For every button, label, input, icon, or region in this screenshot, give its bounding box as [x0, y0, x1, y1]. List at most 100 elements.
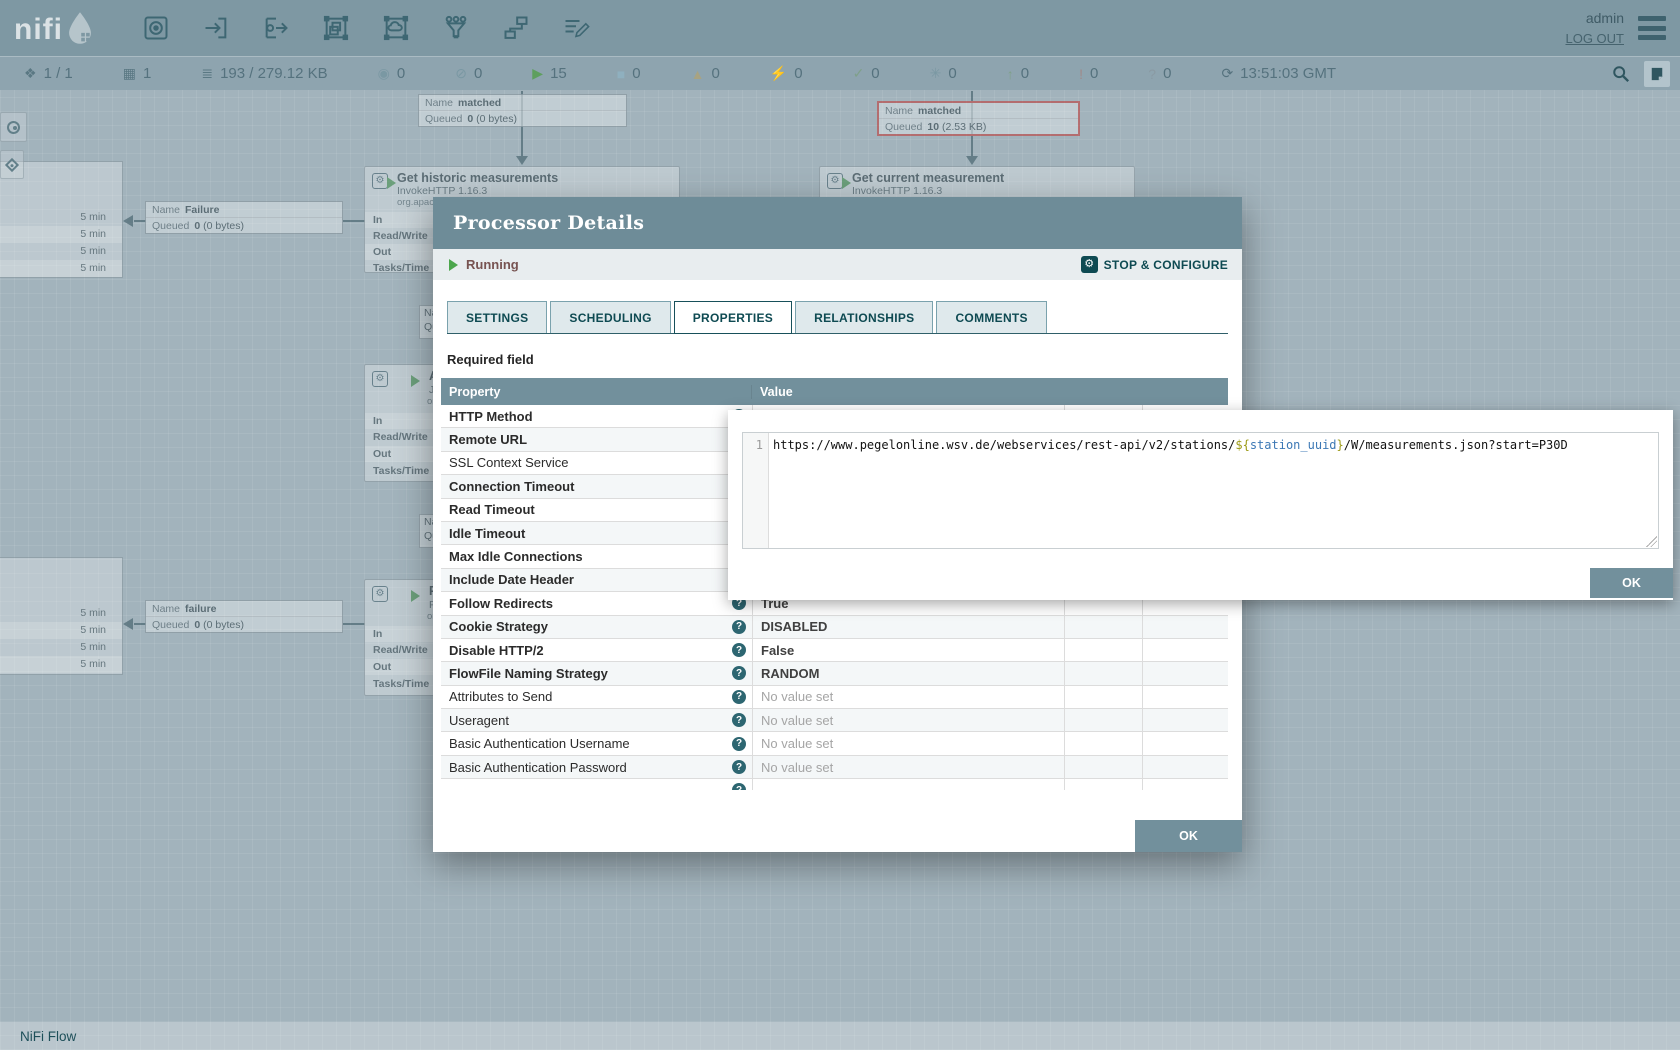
logout-link[interactable]: LOG OUT	[1565, 29, 1624, 49]
template-icon[interactable]	[501, 13, 531, 43]
property-value[interactable]: No value set	[752, 756, 1064, 778]
disabled-count: 0	[794, 65, 802, 82]
header-right: admin LOG OUT	[1565, 8, 1666, 49]
stop-and-configure-button[interactable]: ⚙ STOP & CONFIGURE	[1081, 256, 1228, 273]
connection-arrow-icon	[966, 156, 978, 165]
breadcrumb-root[interactable]: NiFi Flow	[20, 1029, 76, 1044]
code-segment-variable: station_uuid	[1250, 438, 1337, 452]
not-transmitting-status: ⊘0	[455, 65, 482, 82]
property-name: Max Idle Connections	[449, 549, 732, 564]
required-field-note: Required field	[447, 352, 1242, 367]
code-segment-plain: https://www.pegelonline.wsv.de/webservic…	[773, 438, 1235, 452]
running-icon	[842, 177, 851, 189]
table-row: Disable HTTP/2?False	[441, 639, 1228, 662]
processor-type: InvokeHTTP 1.16.3	[852, 185, 1128, 197]
funnel-icon[interactable]	[441, 13, 471, 43]
bulletin-board-button[interactable]	[1644, 61, 1670, 87]
tab-properties[interactable]: PROPERTIES	[674, 301, 792, 334]
tab-settings[interactable]: SETTINGS	[447, 301, 547, 333]
editor-ok-button[interactable]: OK	[1590, 568, 1673, 598]
process-group-icon[interactable]	[321, 13, 351, 43]
value-editor-input[interactable]: https://www.pegelonline.wsv.de/webservic…	[769, 433, 1658, 548]
stale-count: 0	[1021, 65, 1029, 82]
row-spacer	[1064, 709, 1142, 731]
output-port-icon[interactable]	[261, 13, 291, 43]
property-value[interactable]: RANDOM	[752, 662, 1064, 684]
search-button[interactable]	[1608, 61, 1634, 87]
tab-scheduling[interactable]: SCHEDULING	[550, 301, 670, 333]
component-toolbar	[141, 13, 591, 43]
cluster-status: ❖1 / 1	[24, 65, 73, 82]
help-icon[interactable]: ?	[732, 643, 746, 657]
connection-line	[343, 220, 365, 222]
queue-name-label: Name	[152, 603, 180, 615]
mini-stat: 5 min	[0, 226, 122, 243]
dialog-ok-button[interactable]: OK	[1135, 820, 1242, 852]
property-value[interactable]: DISABLED	[752, 616, 1064, 638]
help-icon[interactable]: ?	[732, 713, 746, 727]
running-count: 15	[550, 65, 567, 82]
invalid-icon: ▲	[691, 66, 705, 82]
queue-name-label: Name	[152, 204, 180, 216]
row-spacer	[1142, 756, 1228, 778]
transmitting-icon: ◉	[378, 65, 390, 82]
help-icon[interactable]: ?	[732, 737, 746, 751]
queued-status: ≣193 / 279.12 KB	[201, 65, 327, 82]
input-port-icon[interactable]	[201, 13, 231, 43]
breadcrumb[interactable]: NiFi Flow	[0, 1022, 1680, 1050]
help-icon[interactable]: ?	[732, 783, 746, 790]
threads-status: ▦1	[123, 65, 152, 82]
queue-name-label: Name	[425, 97, 453, 109]
operate-panel-button	[0, 150, 24, 179]
row-spacer	[1064, 662, 1142, 684]
tab-relationships[interactable]: RELATIONSHIPS	[795, 301, 933, 333]
row-spacer	[1142, 732, 1228, 754]
property-value[interactable]: False	[752, 639, 1064, 661]
table-row: FlowFile Naming Strategy?RANDOM	[441, 662, 1228, 685]
property-name: Idle Timeout	[449, 526, 732, 541]
help-icon[interactable]: ?	[732, 620, 746, 634]
queue-queued-label: Queued	[152, 220, 189, 232]
property-name: Basic Authentication Password	[449, 760, 732, 775]
processor-title: Get current measurement	[852, 171, 1128, 185]
mini-stat: 5 min	[0, 639, 122, 656]
properties-table-header: Property Value	[441, 378, 1228, 405]
running-status: ▶15	[532, 65, 566, 82]
not-transmitting-count: 0	[474, 65, 482, 82]
queue-count: 0	[467, 113, 473, 125]
property-name: SSL Context Service	[449, 455, 732, 470]
table-row: Basic Authentication Username?No value s…	[441, 732, 1228, 755]
processor-icon[interactable]	[141, 13, 171, 43]
stale-icon: ↑	[1007, 66, 1014, 82]
property-value[interactable]: No value set	[752, 709, 1064, 731]
nifi-logo-text: nifi	[14, 15, 63, 45]
label-icon[interactable]	[561, 13, 591, 43]
column-header-property: Property	[441, 385, 752, 399]
property-value[interactable]: No value set	[752, 686, 1064, 708]
tab-comments[interactable]: COMMENTS	[936, 301, 1046, 333]
mini-stat: 5 min	[0, 656, 122, 673]
property-value[interactable]: No value set	[752, 732, 1064, 754]
refresh-icon[interactable]: ⟳	[1221, 65, 1233, 82]
line-number-gutter: 1	[743, 433, 769, 548]
help-icon[interactable]: ?	[732, 690, 746, 704]
property-name: Read Timeout	[449, 502, 732, 517]
locally-modified-stale-status: !0	[1079, 65, 1098, 82]
remote-process-group-icon[interactable]	[381, 13, 411, 43]
queue-name-value: matched	[458, 97, 501, 109]
help-icon[interactable]: ?	[732, 666, 746, 680]
queue-name-value: matched	[918, 105, 961, 117]
global-menu-icon[interactable]	[1638, 16, 1666, 40]
row-spacer	[1142, 662, 1228, 684]
processor-edge-clipped-2: 5 min 5 min 5 min 5 min	[0, 557, 123, 675]
row-spacer	[1142, 616, 1228, 638]
queue-label-failure-2: Namefailure Queued0 (0 bytes)	[145, 600, 343, 633]
row-spacer	[1064, 639, 1142, 661]
gear-icon: ⚙	[1081, 256, 1098, 273]
resize-handle-icon[interactable]	[1646, 536, 1657, 547]
help-icon[interactable]: ?	[732, 760, 746, 774]
column-header-value: Value	[752, 385, 1228, 399]
processor-type: InvokeHTTP 1.16.3	[397, 185, 673, 197]
processor-type-icon: ⚙	[372, 371, 388, 387]
locally-modified-count: 0	[948, 65, 956, 82]
